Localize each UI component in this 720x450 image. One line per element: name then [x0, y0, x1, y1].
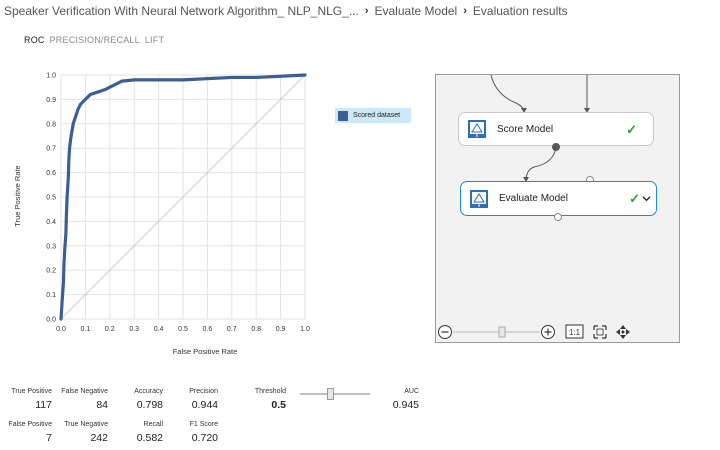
metric-label: F1 Score — [189, 421, 218, 428]
breadcrumb-module[interactable]: Evaluate Model — [375, 4, 458, 18]
metric-auc: AUC 0.945 — [393, 388, 419, 411]
zoom-actual-size-button[interactable]: 1:1 — [565, 324, 584, 339]
module-icon — [468, 120, 486, 138]
breadcrumb: Speaker Verification With Neural Network… — [4, 3, 568, 19]
y-axis-label: True Positive Rate — [13, 165, 22, 226]
metric-value: 0.945 — [392, 399, 419, 411]
y-tick-label: 0.2 — [46, 268, 56, 275]
threshold-slider-track[interactable] — [300, 393, 370, 395]
metric-threshold: Threshold 0.5 — [255, 388, 286, 411]
check-icon: ✓ — [626, 122, 637, 137]
check-icon: ✓ — [629, 191, 640, 206]
metric-value: 0.798 — [136, 399, 163, 411]
y-tick-label: 0.4 — [46, 219, 56, 226]
metric-value: 0.720 — [191, 432, 218, 444]
metric-false-positive: False Positive 7 — [8, 421, 52, 444]
tab-lift[interactable]: LIFT — [145, 35, 164, 45]
metric-false-negative: False Negative 84 — [61, 388, 108, 411]
x-tick-label: 0.4 — [154, 326, 164, 333]
output-port[interactable] — [554, 213, 562, 221]
x-tick-label: 0.1 — [81, 326, 91, 333]
score-model-title: Score Model — [497, 123, 554, 135]
metric-value: 242 — [90, 432, 108, 444]
x-tick-label: 0.8 — [251, 326, 261, 333]
tab-precision-recall[interactable]: PRECISION/RECALL — [50, 35, 140, 45]
metric-f1-score: F1 Score 0.720 — [190, 421, 218, 444]
x-axis-label: False Positive Rate — [173, 347, 238, 356]
legend-label: Scored dataset — [353, 112, 401, 119]
metric-true-negative: True Negative 242 — [64, 421, 108, 444]
legend-swatch — [338, 110, 348, 121]
chevron-right-icon: › — [463, 5, 467, 17]
x-tick-label: 0.7 — [227, 326, 237, 333]
metric-accuracy: Accuracy 0.798 — [134, 388, 163, 411]
threshold-slider-thumb[interactable] — [327, 388, 334, 400]
metric-recall: Recall 0.582 — [137, 421, 163, 444]
metric-label: True Positive — [11, 388, 52, 395]
experiment-canvas[interactable]: Score Model ✓ Evaluate Model ✓ 1:1 — [435, 74, 680, 343]
chevron-down-icon[interactable] — [642, 194, 651, 203]
breadcrumb-experiment[interactable]: Speaker Verification With Neural Network… — [4, 4, 359, 18]
evaluate-model-title: Evaluate Model — [499, 193, 568, 204]
y-tick-label: 1.0 — [46, 73, 56, 80]
y-tick-label: 0.6 — [46, 170, 56, 177]
tab-roc[interactable]: ROC — [24, 35, 45, 45]
metric-value: 0.5 — [271, 399, 286, 411]
metric-label: Precision — [189, 388, 218, 395]
zoom-toolbar: 1:1 — [438, 324, 630, 339]
x-tick-label: 0.9 — [276, 326, 286, 333]
roc-chart: 0.0 0.1 0.2 0.3 0.4 0.5 0.6 0.7 0.8 0.9 1.0 0.0 0.1 0… — [13, 73, 310, 357]
y-tick-label: 0.7 — [46, 146, 56, 153]
metric-value: 0.582 — [136, 432, 163, 444]
output-port[interactable] — [552, 143, 560, 151]
metric-value: 84 — [96, 399, 108, 411]
metric-precision: Precision 0.944 — [189, 388, 218, 411]
zoom-slider-thumb[interactable] — [498, 326, 506, 338]
y-tick-label: 0.5 — [46, 195, 56, 202]
x-tick-label: 0.5 — [178, 326, 188, 333]
chart-tabs: ROC PRECISION/RECALL LIFT — [24, 35, 164, 45]
x-tick-label: 1.0 — [300, 326, 310, 333]
breadcrumb-page: Evaluation results — [472, 4, 568, 18]
metric-value: 0.944 — [191, 399, 218, 411]
pan-icon[interactable] — [616, 325, 630, 339]
x-tick-label: 0.2 — [105, 326, 115, 333]
x-tick-label: 0.6 — [203, 326, 213, 333]
module-icon — [470, 189, 488, 208]
y-tick-label: 0.9 — [46, 97, 56, 104]
y-tick-label: 0.1 — [46, 292, 56, 299]
metrics-panel: True Positive 117 False Negative 84 Accu… — [0, 384, 720, 450]
y-tick-label: 0.3 — [46, 243, 56, 250]
metric-label: Recall — [143, 421, 163, 428]
metric-label: False Negative — [61, 388, 108, 395]
zoom-out-icon[interactable] — [438, 325, 452, 339]
zoom-reset-label: 1:1 — [569, 328, 581, 337]
x-tick-label: 0.3 — [129, 326, 139, 333]
score-model-node[interactable]: Score Model ✓ — [458, 112, 654, 146]
evaluate-model-node[interactable]: Evaluate Model ✓ — [460, 181, 657, 216]
zoom-in-icon[interactable] — [541, 325, 555, 339]
metric-label: True Negative — [64, 421, 108, 428]
metric-label: Threshold — [254, 388, 286, 395]
metric-label: False Positive — [8, 421, 52, 428]
metric-label: AUC — [404, 388, 419, 395]
metric-value: 7 — [46, 432, 52, 444]
chart-legend: Scored dataset — [335, 108, 411, 123]
metric-label: Accuracy — [134, 388, 163, 395]
metric-true-positive: True Positive 117 — [11, 388, 52, 411]
fit-to-screen-icon[interactable] — [593, 325, 607, 339]
x-tick-label: 0.0 — [56, 326, 66, 333]
y-tick-label: 0.8 — [46, 121, 56, 128]
metric-value: 117 — [35, 399, 52, 411]
chevron-right-icon: › — [364, 5, 369, 17]
y-tick-label: 0.0 — [46, 317, 56, 324]
